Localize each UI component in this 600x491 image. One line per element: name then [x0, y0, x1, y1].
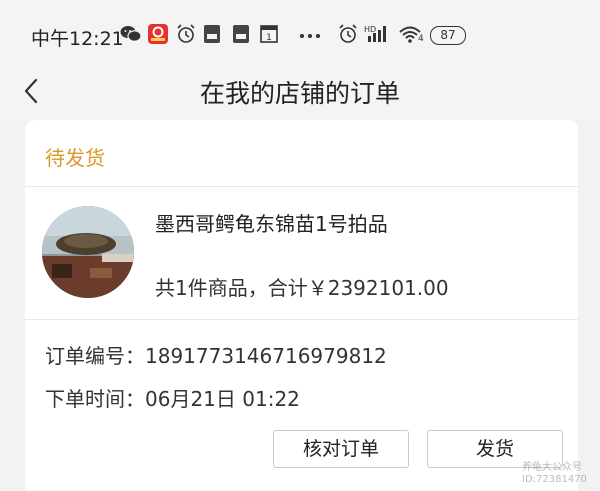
alarm-icon [177, 24, 195, 43]
divider [25, 319, 578, 320]
battery-indicator: 87 [430, 26, 466, 45]
order-card[interactable]: 待发货 墨西哥鳄龟东锦苗1号拍品 共1件商品，合计￥2392101.00 订单编… [25, 120, 578, 491]
watermark-line-1: 养龟大公众号 [522, 462, 582, 473]
svg-text:HD: HD [364, 25, 376, 34]
order-number-row: 订单编号：1891773146716979812 [45, 340, 387, 369]
divider [25, 186, 578, 187]
nav-bar: 在我的店铺的订单 [0, 66, 600, 120]
calendar-icon: 1 [260, 25, 278, 43]
turtle-image [42, 206, 134, 298]
order-total-summary: 共1件商品，合计￥2392101.00 [155, 276, 449, 300]
alarm-clock-icon [339, 24, 357, 43]
order-time-value: 06月21日 01:22 [145, 387, 300, 411]
order-time-row: 下单时间：06月21日 01:22 [45, 383, 300, 412]
watermark: 养龟大公众号 ID:72381470 [500, 462, 598, 488]
order-status-label: 待发货 [45, 146, 105, 170]
watermark-line-2: ID:72381470 [522, 474, 587, 485]
app-badge-icon [148, 24, 168, 44]
page-title: 在我的店铺的订单 [199, 79, 400, 108]
order-number-value: 1891773146716979812 [145, 344, 387, 368]
mi-app-icon-2 [233, 25, 249, 43]
signal-hd-icon: HD [364, 25, 386, 42]
status-bar: 中午12:21 1 HD 4 87 [0, 0, 600, 66]
svg-text:1: 1 [266, 33, 272, 43]
product-thumbnail[interactable] [42, 206, 134, 298]
product-name[interactable]: 墨西哥鳄龟东锦苗1号拍品 [155, 208, 388, 237]
status-time: 中午12:21 [31, 28, 124, 50]
verify-order-button[interactable]: 核对订单 [273, 430, 409, 468]
more-notifications-icon [300, 34, 320, 38]
wechat-icon [120, 26, 142, 42]
order-number-label: 订单编号： [45, 344, 145, 368]
network-type-label: 4 [418, 34, 424, 44]
order-time-label: 下单时间： [45, 387, 145, 411]
mi-app-icon [204, 25, 220, 43]
battery-level: 87 [440, 28, 456, 42]
